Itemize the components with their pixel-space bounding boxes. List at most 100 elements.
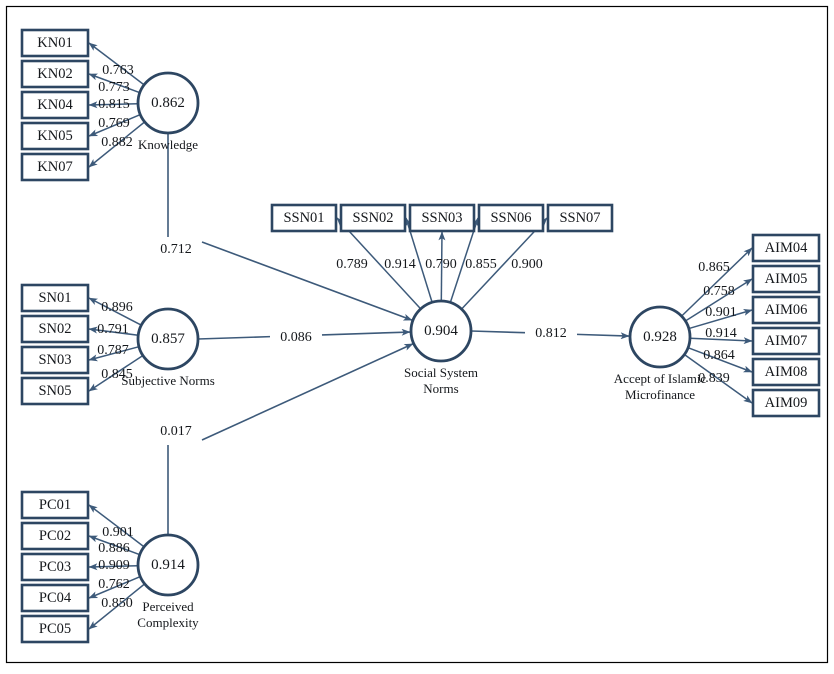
path-arrow: [201, 241, 413, 321]
indicator-label: AIM05: [765, 271, 808, 287]
construct-name: Microfinance: [625, 387, 695, 402]
loading-label-PC04: 0.762: [98, 577, 130, 592]
indicator-AIM04[interactable]: AIM04: [751, 233, 821, 263]
indicator-AIM09[interactable]: AIM09: [751, 388, 821, 418]
indicator-PC02[interactable]: PC02: [20, 521, 90, 551]
construct-name: Perceived: [142, 599, 194, 614]
loading-label-AIM05: 0.758: [703, 284, 735, 299]
construct-name: Knowledge: [138, 137, 198, 152]
indicator-PC01[interactable]: PC01: [20, 490, 90, 520]
indicator-label: KN02: [37, 66, 72, 82]
loading-label-SSN07: 0.900: [511, 257, 543, 272]
indicator-label: PC05: [39, 621, 71, 637]
indicator-SSN02[interactable]: SSN02: [339, 203, 407, 233]
construct-name: Norms: [423, 381, 458, 396]
indicator-label: SSN02: [352, 210, 393, 226]
indicator-SN03[interactable]: SN03: [20, 345, 90, 375]
indicator-SN01[interactable]: SN01: [20, 283, 90, 313]
indicator-label: SN03: [38, 352, 71, 368]
path-coefficient-kn-ssn: 0.712: [160, 242, 192, 257]
indicator-label: SN01: [38, 290, 71, 306]
construct-value: 0.928: [643, 329, 677, 345]
construct-knowledge[interactable]: 0.862 Knowledge: [136, 71, 200, 152]
indicator-label: AIM06: [765, 302, 808, 318]
sem-path-diagram: KN01 KN02 KN04 KN05 KN07 SN01 SN02 SN03 SN05 PC01…: [5, 5, 829, 664]
loading-label-KN07: 0.882: [101, 135, 133, 150]
indicator-SSN07[interactable]: SSN07: [546, 203, 614, 233]
loading-label-AIM08: 0.864: [703, 348, 735, 363]
construct-accept_islamic_microfinance[interactable]: 0.928 Accept of IslamicMicrofinance: [614, 305, 707, 402]
indicator-label: PC02: [39, 528, 71, 544]
construct-value: 0.862: [151, 95, 185, 111]
construct-value: 0.914: [151, 557, 185, 573]
indicator-label: AIM04: [765, 240, 808, 256]
indicator-KN07[interactable]: KN07: [20, 152, 90, 182]
path-coefficient-ssn-aim: 0.812: [535, 326, 567, 341]
indicator-label: PC03: [39, 559, 71, 575]
loading-label-SSN06: 0.855: [465, 257, 497, 272]
indicator-PC03[interactable]: PC03: [20, 552, 90, 582]
indicator-label: KN07: [37, 159, 72, 175]
indicator-SN05[interactable]: SN05: [20, 376, 90, 406]
indicator-label: SSN06: [490, 210, 531, 226]
loading-label-SN03: 0.787: [97, 343, 129, 358]
construct-perceived_complexity[interactable]: 0.914 PerceivedComplexity: [136, 533, 200, 630]
indicator-label: AIM08: [765, 364, 808, 380]
construct-name: Complexity: [137, 615, 199, 630]
indicator-label: SN02: [38, 321, 71, 337]
loading-label-AIM09: 0.839: [698, 371, 730, 386]
indicator-KN05[interactable]: KN05: [20, 121, 90, 151]
figure-canvas: KN01 KN02 KN04 KN05 KN07 SN01 SN02 SN03 SN05 PC01…: [0, 0, 834, 674]
indicator-AIM06[interactable]: AIM06: [751, 295, 821, 325]
loading-label-PC03: 0.909: [98, 558, 130, 573]
construct-social_system_norms[interactable]: 0.904 Social SystemNorms: [404, 299, 478, 396]
loading-label-PC02: 0.886: [98, 541, 130, 556]
path-arrow: [321, 328, 411, 336]
loading-label-SN02: 0.791: [97, 322, 129, 337]
indicator-label: KN04: [37, 97, 73, 113]
loading-label-KN02: 0.773: [98, 80, 130, 95]
path-arrow: [576, 332, 630, 340]
loading-label-KN01: 0.763: [102, 63, 134, 78]
indicator-PC05[interactable]: PC05: [20, 614, 90, 644]
indicator-SSN01[interactable]: SSN01: [270, 203, 338, 233]
loading-label-KN04: 0.815: [98, 97, 130, 112]
indicator-SN02[interactable]: SN02: [20, 314, 90, 344]
indicator-AIM05[interactable]: AIM05: [751, 264, 821, 294]
path-coefficient-sn-ssn: 0.086: [280, 330, 312, 345]
indicator-label: SSN07: [559, 210, 600, 226]
path-arrow: [201, 343, 414, 441]
indicator-KN04[interactable]: KN04: [20, 90, 90, 120]
loading-label-SN01: 0.896: [101, 300, 133, 315]
indicator-KN02[interactable]: KN02: [20, 59, 90, 89]
loading-label-AIM07: 0.914: [705, 326, 737, 341]
indicator-label: PC04: [39, 590, 72, 606]
indicator-label: AIM07: [765, 333, 808, 349]
indicator-label: SSN01: [283, 210, 324, 226]
loading-label-SSN02: 0.914: [384, 257, 416, 272]
loading-label-AIM04: 0.865: [698, 260, 730, 275]
indicator-KN01[interactable]: KN01: [20, 28, 90, 58]
construct-value: 0.904: [424, 323, 458, 339]
loading-label-SN05: 0.845: [101, 367, 133, 382]
construct-name: Accept of Islamic: [614, 371, 707, 386]
indicator-SSN06[interactable]: SSN06: [477, 203, 545, 233]
loading-label-AIM06: 0.901: [705, 305, 737, 320]
loading-label-PC01: 0.901: [102, 525, 134, 540]
path-coefficient-pc-ssn: 0.017: [160, 424, 192, 439]
indicator-PC04[interactable]: PC04: [20, 583, 90, 613]
indicator-SSN03[interactable]: SSN03: [408, 203, 476, 233]
construct-name: Subjective Norms: [121, 373, 215, 388]
construct-name: Social System: [404, 365, 478, 380]
indicator-label: SN05: [38, 383, 71, 399]
indicator-label: KN05: [37, 128, 72, 144]
path-segment-a: [197, 335, 271, 340]
indicator-label: PC01: [39, 497, 71, 513]
indicator-AIM08[interactable]: AIM08: [751, 357, 821, 387]
construct-subjective_norms[interactable]: 0.857 Subjective Norms: [121, 307, 215, 388]
indicator-label: SSN03: [421, 210, 462, 226]
indicator-AIM07[interactable]: AIM07: [751, 326, 821, 356]
indicator-label: KN01: [37, 35, 72, 51]
indicator-label: AIM09: [765, 395, 808, 411]
loading-label-SSN03: 0.790: [425, 257, 457, 272]
